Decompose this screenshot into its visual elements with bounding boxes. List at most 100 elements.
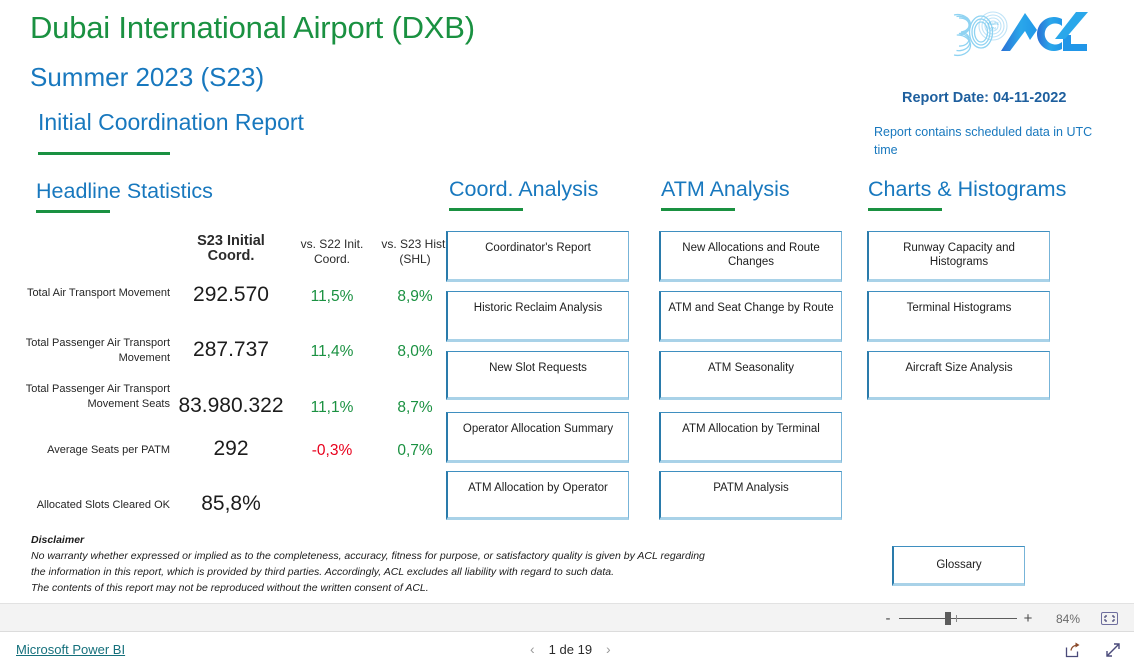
stat-label: Total Passenger Air Transport Movement xyxy=(25,337,170,364)
previous-page-button[interactable]: ‹ xyxy=(530,641,535,657)
page-indicator-label: 1 de 19 xyxy=(548,641,593,657)
page-navigator: ‹ 1 de 19 › xyxy=(530,641,611,657)
nav-button-label: Historic Reclaim Analysis xyxy=(473,302,603,314)
stat-value: 83.980.322 xyxy=(178,394,284,417)
footer-bar: Microsoft Power BI ‹ 1 de 19 › xyxy=(0,633,1134,667)
stat-label: Average Seats per PATM xyxy=(47,444,170,456)
nav-button-new-slot-requests[interactable]: New Slot Requests xyxy=(446,351,629,400)
nav-button-atm-and-seat-change-by-route[interactable]: ATM and Seat Change by Route xyxy=(659,291,842,342)
title-underline-rule xyxy=(38,152,170,155)
nav-button-new-allocations-and-route-changes[interactable]: New Allocations and Route Changes xyxy=(659,231,842,282)
nav-button-atm-allocation-by-operator[interactable]: ATM Allocation by Operator xyxy=(446,471,629,520)
section-title-text: Headline Statistics xyxy=(36,179,213,203)
stat-vs-s22: 11,5% xyxy=(310,288,354,305)
acl-30-years-logo: YEARS ON xyxy=(945,4,1097,60)
zoom-control-group: - + 84% xyxy=(880,604,1122,633)
disclaimer-line-2: the information in this report, which is… xyxy=(31,566,615,578)
nav-button-atm-seasonality[interactable]: ATM Seasonality xyxy=(659,351,842,400)
stat-label: Allocated Slots Cleared OK xyxy=(36,499,170,511)
nav-button-label: ATM Allocation by Operator xyxy=(468,482,608,494)
nav-button-label: New Slot Requests xyxy=(489,362,587,374)
nav-button-historic-reclaim-analysis[interactable]: Historic Reclaim Analysis xyxy=(446,291,629,342)
nav-button-aircraft-size-analysis[interactable]: Aircraft Size Analysis xyxy=(867,351,1050,400)
table-row: Average Seats per PATM 292 -0,3% 0,7% xyxy=(22,433,442,480)
column-header-vs-shl-line2: (SHL) xyxy=(399,252,431,266)
column-header-vs-s22: vs. S22 Init. Coord. xyxy=(289,237,375,267)
svg-text:YEARS: YEARS xyxy=(987,22,999,26)
column-header-vs-shl-line1: vs. S23 Hist. xyxy=(381,237,449,251)
nav-button-label: PATM Analysis xyxy=(713,482,789,494)
section-title-text: Charts & Histograms xyxy=(868,177,1067,201)
section-underline-rule xyxy=(36,210,110,213)
zoom-slider-thumb[interactable] xyxy=(945,612,951,625)
zoom-slider-tick xyxy=(956,615,957,622)
svg-text:ON: ON xyxy=(990,27,996,31)
section-heading-atm-analysis: ATM Analysis xyxy=(661,176,790,211)
nav-button-label: Aircraft Size Analysis xyxy=(905,362,1013,374)
nav-button-label: Runway Capacity and Histograms xyxy=(903,242,1015,268)
nav-button-label: ATM and Seat Change by Route xyxy=(668,302,834,314)
report-date: Report Date: 04-11-2022 xyxy=(902,90,1067,106)
nav-button-glossary[interactable]: Glossary xyxy=(892,546,1025,586)
stat-value: 292 xyxy=(213,437,249,460)
page-title-airport: Dubai International Airport (DXB) xyxy=(30,10,475,45)
section-underline-rule xyxy=(868,208,942,211)
table-row: Total Air Transport Movement 292.570 11,… xyxy=(22,278,442,330)
microsoft-power-bi-link[interactable]: Microsoft Power BI xyxy=(16,642,125,657)
disclaimer: Disclaimer No warranty whether expressed… xyxy=(31,533,831,596)
nav-button-terminal-histograms[interactable]: Terminal Histograms xyxy=(867,291,1050,342)
zoom-out-button[interactable]: - xyxy=(880,611,896,626)
page-title-report: Initial Coordination Report xyxy=(38,109,304,135)
stat-value: 292.570 xyxy=(193,283,269,306)
stat-vs-s22: -0,3% xyxy=(311,442,353,459)
zoom-in-button[interactable]: + xyxy=(1020,611,1036,626)
nav-button-label: Glossary xyxy=(936,559,982,571)
fullscreen-icon[interactable] xyxy=(1104,641,1122,659)
table-row: Total Passenger Air Transport Movement 2… xyxy=(22,330,442,381)
stat-value: 287.737 xyxy=(193,338,269,361)
column-header-s23-initial-coord: S23 Initial Coord. xyxy=(197,233,265,264)
stat-vs-s22: 11,1% xyxy=(310,399,354,416)
table-header-row: S23 Initial Coord. vs. S22 Init. Coord. … xyxy=(22,232,449,278)
nav-button-patm-analysis[interactable]: PATM Analysis xyxy=(659,471,842,520)
stat-value: 85,8% xyxy=(201,492,261,515)
table-row: Total Passenger Air Transport Movement S… xyxy=(22,381,442,433)
column-header-vs-s22-line2: Coord. xyxy=(313,252,351,266)
section-title-text: ATM Analysis xyxy=(661,177,790,201)
share-icon[interactable] xyxy=(1064,641,1082,659)
section-heading-coord-analysis: Coord. Analysis xyxy=(449,176,598,211)
headline-statistics-table: S23 Initial Coord. vs. S22 Init. Coord. … xyxy=(22,232,449,526)
zoom-slider-rail xyxy=(899,618,1017,619)
nav-button-label: ATM Seasonality xyxy=(707,362,795,374)
section-underline-rule xyxy=(449,208,523,211)
footer-icon-group xyxy=(1064,641,1122,659)
report-canvas: Dubai International Airport (DXB) Summer… xyxy=(0,0,1134,603)
section-heading-headline-statistics: Headline Statistics xyxy=(36,178,213,213)
report-note: Report contains scheduled data in UTC ti… xyxy=(874,125,1093,157)
disclaimer-line-3: The contents of this report may not be r… xyxy=(31,582,429,594)
column-header-vs-s22-line1: vs. S22 Init. xyxy=(300,237,364,251)
nav-button-coordinators-report[interactable]: Coordinator's Report xyxy=(446,231,629,282)
nav-button-atm-allocation-by-terminal[interactable]: ATM Allocation by Terminal xyxy=(659,412,842,463)
nav-button-label: New Allocations and Route Changes xyxy=(682,242,820,268)
disclaimer-title: Disclaimer xyxy=(31,534,85,546)
status-bar: - + 84% xyxy=(0,603,1134,632)
zoom-slider[interactable] xyxy=(899,612,1017,626)
section-title-text: Coord. Analysis xyxy=(449,177,599,201)
nav-button-runway-capacity-and-histograms[interactable]: Runway Capacity and Histograms xyxy=(867,231,1050,282)
nav-button-label: ATM Allocation by Terminal xyxy=(682,423,820,435)
stat-label: Total Passenger Air Transport Movement S… xyxy=(25,383,170,410)
zoom-level-label: 84% xyxy=(1055,611,1081,626)
stat-vs-s22: 11,4% xyxy=(310,343,354,360)
page-title-season: Summer 2023 (S23) xyxy=(30,62,265,92)
table-row: Allocated Slots Cleared OK 85,8% xyxy=(22,480,442,526)
nav-button-operator-allocation-summary[interactable]: Operator Allocation Summary xyxy=(446,412,629,463)
power-bi-report-viewer: Dubai International Airport (DXB) Summer… xyxy=(0,0,1134,667)
nav-button-label: Terminal Histograms xyxy=(906,302,1012,314)
nav-button-label: Coordinator's Report xyxy=(485,242,591,254)
disclaimer-line-1: No warranty whether expressed or implied… xyxy=(31,550,705,562)
fit-to-page-icon[interactable] xyxy=(1096,612,1122,625)
next-page-button[interactable]: › xyxy=(606,641,611,657)
stat-label: Total Air Transport Movement xyxy=(26,287,170,299)
section-underline-rule xyxy=(661,208,735,211)
